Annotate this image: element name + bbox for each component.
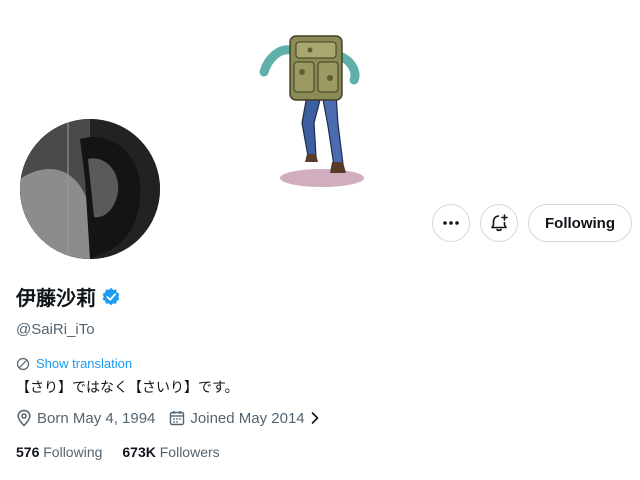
followers-count: 673K (122, 444, 156, 460)
verified-badge-icon[interactable] (101, 287, 121, 307)
joined-text: Joined May 2014 (190, 409, 305, 427)
show-translation-link[interactable]: Show translation (36, 356, 132, 371)
calendar-icon (170, 411, 185, 426)
following-link[interactable]: 576 Following (16, 444, 102, 460)
joined-item[interactable]: Joined May 2014 (169, 410, 319, 427)
following-button[interactable]: Following (528, 204, 632, 242)
profile-meta: Born May 4, 1994 Joined May 2014 (16, 409, 616, 427)
bio-text: 【さり】ではなく【さいり】です。 (16, 380, 239, 396)
translate-icon (16, 357, 30, 370)
profile-actions: Following (432, 204, 632, 242)
following-count: 576 (16, 444, 40, 460)
avatar[interactable] (16, 115, 164, 263)
show-translation-row[interactable]: Show translation (16, 356, 616, 371)
follow-stats: 576 Following 673K Followers (16, 444, 616, 460)
user-handle: @SaiRi_iTo (16, 321, 95, 338)
more-horizontal-icon (443, 221, 459, 225)
notifications-button[interactable] (480, 204, 519, 242)
location-pin-icon (17, 409, 31, 427)
name-row: 伊藤沙莉 (16, 282, 616, 311)
display-name: 伊藤沙莉 (16, 286, 96, 310)
bell-plus-icon (491, 214, 508, 232)
following-label: Following (43, 444, 103, 460)
birthdate-item: Born May 4, 1994 (16, 409, 155, 427)
banner-illustration (259, 35, 364, 187)
avatar-photo (20, 119, 160, 259)
chevron-right-icon (311, 412, 318, 424)
followers-link[interactable]: 673K Followers (122, 444, 219, 460)
more-options-button[interactable] (432, 204, 471, 242)
birthdate-text: Born May 4, 1994 (37, 409, 156, 427)
profile-info: 伊藤沙莉 @SaiRi_iTo Show translation 【さり】ではな… (16, 282, 616, 460)
followers-label: Followers (159, 444, 220, 460)
